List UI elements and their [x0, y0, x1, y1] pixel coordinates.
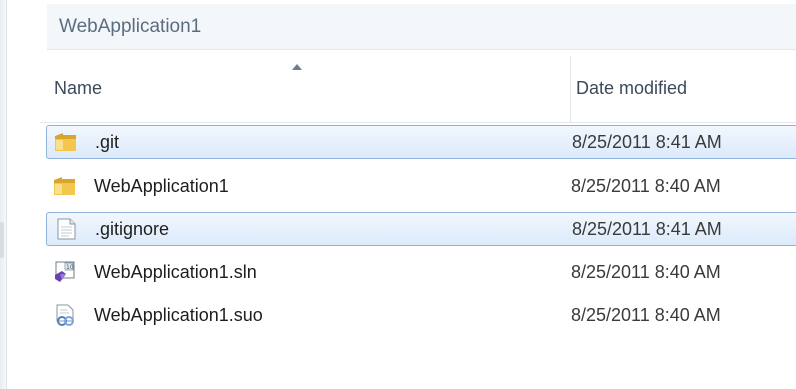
file-row-webapplication1-suo[interactable]: WebApplication1.suo 8/25/2011 8:40 AM: [46, 299, 796, 333]
column-header-date-label: Date modified: [576, 78, 688, 98]
folder-icon: [54, 177, 75, 195]
file-date-modified: 8/25/2011 8:40 AM: [571, 262, 721, 282]
vs-user-options-icon: [56, 304, 74, 326]
file-name: WebApplication1: [94, 176, 229, 196]
file-date-modified: 8/25/2011 8:40 AM: [571, 176, 721, 196]
svg-text:10: 10: [66, 264, 74, 271]
file-row-webapplication1-sln[interactable]: 10 WebApplication1.sln 8/25/2011 8:40 AM: [46, 256, 796, 290]
file-name: .gitignore: [95, 219, 170, 239]
vs-solution-icon: 10: [55, 261, 75, 282]
sort-ascending-icon: [292, 64, 302, 70]
text-file-icon: [57, 218, 76, 240]
column-header-date-modified[interactable]: Date modified: [571, 56, 796, 122]
breadcrumb-current-folder[interactable]: WebApplication1: [59, 16, 201, 37]
file-name: .git: [95, 132, 120, 152]
pane-splitter-handle[interactable]: [0, 222, 4, 258]
file-name: WebApplication1.suo: [94, 305, 263, 325]
file-row-webapplication1[interactable]: WebApplication1 8/25/2011 8:40 AM: [46, 170, 796, 204]
file-date-modified: 8/25/2011 8:40 AM: [571, 305, 721, 325]
file-row-gitignore[interactable]: .gitignore 8/25/2011 8:41 AM: [46, 212, 796, 246]
file-row-git[interactable]: .git 8/25/2011 8:41 AM: [46, 125, 796, 159]
column-header-name-label: Name: [54, 78, 103, 98]
column-header-row: Name Date modified: [40, 56, 796, 123]
navigation-pane-edge[interactable]: [0, 0, 7, 389]
file-date-modified: 8/25/2011 8:41 AM: [572, 132, 722, 152]
column-header-name[interactable]: Name: [40, 56, 571, 122]
file-date-modified: 8/25/2011 8:41 AM: [572, 219, 722, 239]
folder-icon: [55, 133, 76, 151]
file-name: WebApplication1.sln: [94, 262, 257, 282]
breadcrumb[interactable]: WebApplication1: [47, 4, 796, 50]
